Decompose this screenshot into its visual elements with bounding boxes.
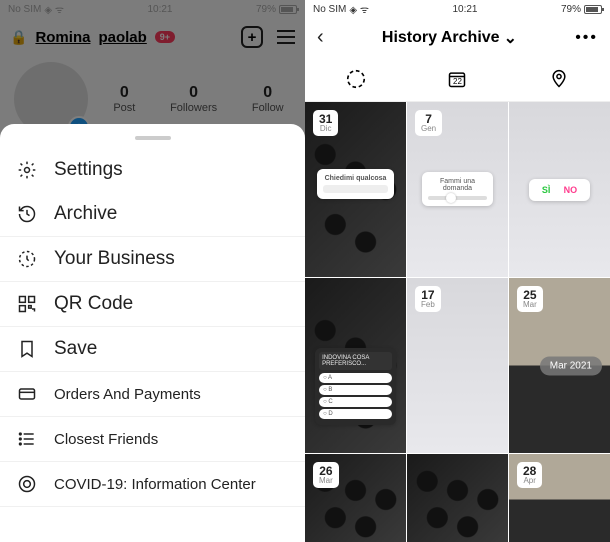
archive-tile[interactable]: SÌNO: [509, 102, 610, 277]
menu-label: Orders And Payments: [54, 386, 201, 403]
status-bar: No SIM◈ ᯤ 10:21 79%: [305, 0, 610, 18]
archive-tile[interactable]: 28apr: [509, 454, 610, 542]
menu-label: Save: [54, 338, 97, 360]
archive-tabs: 22: [305, 57, 610, 102]
battery-pct: 79%: [256, 4, 276, 15]
carrier: No SIM: [8, 4, 41, 15]
menu-label: Settings: [54, 159, 123, 181]
archive-header: ‹ History Archive⌄ •••: [305, 18, 610, 57]
clock: 10:21: [147, 4, 172, 15]
question-sticker: Chiedimi qualcosa: [317, 169, 394, 199]
tab-reel-icon[interactable]: [344, 67, 368, 91]
menu-item-info[interactable]: COVID-19: Information Center: [0, 462, 305, 507]
history-icon: [16, 203, 38, 225]
tab-calendar-icon[interactable]: 22: [445, 67, 469, 91]
archive-tile[interactable]: 26mar: [305, 454, 406, 542]
menu-item-card[interactable]: Orders And Payments: [0, 372, 305, 417]
battery-pct: 79%: [561, 4, 581, 15]
archive-tile[interactable]: 31Dic Chiedimi qualcosa: [305, 102, 406, 277]
menu-item-activity[interactable]: Your Business: [0, 237, 305, 282]
carrier: No SIM: [313, 4, 346, 15]
poll-sticker: SÌNO: [529, 179, 590, 201]
battery-icon: [279, 5, 297, 14]
slider-sticker: Fammi una domanda: [422, 172, 493, 206]
date-chip: 7Gen: [415, 110, 442, 136]
menu-item-list[interactable]: Closest Friends: [0, 417, 305, 462]
menu-item-history[interactable]: Archive: [0, 192, 305, 237]
wifi-icon: ◈ ᯤ: [44, 2, 64, 16]
date-chip: 26mar: [313, 462, 339, 488]
back-button[interactable]: ‹: [317, 26, 324, 49]
date-chip: 17feb: [415, 286, 441, 312]
activity-icon: [16, 248, 38, 270]
wifi-icon: ◈ ᯤ: [349, 2, 369, 16]
profile-screen: No SIM◈ ᯤ 10:21 79% 🔒 Romina paolab 9+ +…: [0, 0, 305, 542]
chevron-down-icon: ⌄: [504, 28, 517, 48]
qr-icon: [16, 293, 38, 315]
menu-item-gear[interactable]: Settings: [0, 148, 305, 192]
quiz-sticker: INDOVINA COSA PREFERISCO...○ A○ B○ C○ D: [315, 348, 396, 425]
menu-label: QR Code: [54, 293, 133, 315]
archive-tile[interactable]: [407, 454, 508, 542]
archive-screen: No SIM◈ ᯤ 10:21 79% ‹ History Archive⌄ •…: [305, 0, 610, 542]
menu-item-qr[interactable]: QR Code: [0, 282, 305, 327]
clock: 10:21: [452, 4, 477, 15]
archive-tile[interactable]: 7Gen Fammi una domanda: [407, 102, 508, 277]
archive-tile[interactable]: INDOVINA COSA PREFERISCO...○ A○ B○ C○ D: [305, 278, 406, 453]
drag-handle[interactable]: [135, 136, 171, 140]
bookmark-icon: [16, 338, 38, 360]
menu-label: Closest Friends: [54, 431, 158, 448]
date-chip: 31Dic: [313, 110, 338, 136]
archive-grid: 31Dic Chiedimi qualcosa 7Gen Fammi una doma…: [305, 102, 610, 542]
status-bar: No SIM◈ ᯤ 10:21 79%: [0, 0, 305, 18]
card-icon: [16, 383, 38, 405]
menu-label: Your Business: [54, 248, 175, 270]
gear-icon: [16, 159, 38, 181]
menu-item-bookmark[interactable]: Save: [0, 327, 305, 372]
archive-title-dropdown[interactable]: History Archive⌄: [332, 28, 568, 48]
info-icon: [16, 473, 38, 495]
list-icon: [16, 428, 38, 450]
menu-sheet: Settings Archive Your Business QR Code Save O…: [0, 124, 305, 542]
more-button[interactable]: •••: [575, 29, 598, 47]
archive-tile[interactable]: 17feb: [407, 278, 508, 453]
battery-icon: [584, 5, 602, 14]
month-label: Mar 2021: [540, 356, 602, 375]
menu-label: Archive: [54, 203, 117, 225]
tab-location-icon[interactable]: [547, 67, 571, 91]
date-chip: 28apr: [517, 462, 542, 488]
archive-tile[interactable]: 25mar Mar 2021: [509, 278, 610, 453]
menu-label: COVID-19: Information Center: [54, 476, 256, 493]
date-chip: 25mar: [517, 286, 543, 312]
